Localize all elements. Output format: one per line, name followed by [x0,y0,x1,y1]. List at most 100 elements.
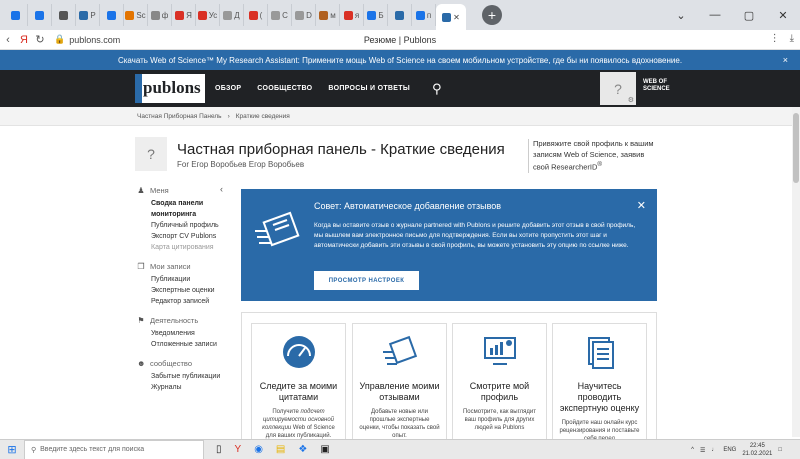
sidebar-item-publications[interactable]: Публикации [137,274,227,285]
browser-tab[interactable]: ф [148,4,172,26]
tab-favicon-icon [11,10,20,20]
review-document-icon [382,335,417,365]
gear-icon[interactable]: ⚙ [628,96,634,104]
edge-icon[interactable]: ◉ [254,444,263,455]
bookmarks-icon[interactable]: ⋮ [770,33,780,44]
breadcrumb-separator-icon: › [227,112,230,120]
browser-tab[interactable]: С [268,4,292,26]
sidebar-item-citation-map[interactable]: Карта цитирования [137,242,227,253]
tab-label: Б [378,10,384,20]
card-view-profile[interactable]: Смотрите мой профиль Посмотрите, как выг… [452,323,547,451]
publons-logo[interactable]: publons [135,74,205,103]
sidebar-group-title: Мои записи [150,262,191,271]
profile-avatar[interactable]: ? [135,137,167,171]
maximize-button[interactable]: ▢ [732,9,766,22]
tab-label: Я [186,10,192,20]
tip-body: Когда вы оставите отзыв о журнале partne… [314,222,636,249]
tip-panel: Совет: Автоматическое добавление отзывов… [241,189,657,301]
download-icon[interactable]: ⤓ [790,33,794,44]
tab-close-icon[interactable]: ✕ [453,13,460,22]
tab-favicon-icon [415,10,425,20]
breadcrumb-item-dashboard[interactable]: Частная Приборная Панель [137,113,222,120]
network-icon[interactable]: ☰ [700,447,705,454]
browser-tab[interactable]: Д [220,4,244,26]
new-tab-button[interactable]: + [482,5,502,25]
browser-tab[interactable]: м [316,4,340,26]
screen: P Sc ф Я Ус Д (С Dм я Бп ✕ + ⌄ — ▢ ✕ ‹ Я ↻ 🔒 publ… [0,0,800,459]
sidebar-item-notifications[interactable]: Уведомления [137,328,227,339]
nav-overview[interactable]: ОБЗОР [215,85,241,92]
sidebar-item-forgotten-publications[interactable]: Забытые публикации [137,371,227,382]
browser-tab[interactable] [4,4,28,26]
nav-qa[interactable]: ВОПРОСЫ И ОТВЕТЫ [328,85,410,92]
yandex-icon[interactable]: Я [16,34,32,46]
user-avatar[interactable]: ? ⚙ [600,72,636,105]
browser-tab[interactable] [52,4,76,26]
card-track-citations[interactable]: Следите за моими цитатами Получите подсч… [251,323,346,451]
view-settings-button[interactable]: ПРОСМОТР НАСТРОЕК [314,271,419,290]
tab-search-icon[interactable]: ⌄ [664,9,698,22]
yandex-browser-icon[interactable]: Y [235,444,242,455]
tab-label: Sc [136,10,146,20]
browser-tab[interactable]: ( [244,4,268,26]
claim-researcherid-text[interactable]: Привяжите свой профиль к вашим записям W… [528,139,658,173]
browser-tab[interactable]: Я [172,4,196,26]
browser-tab[interactable]: Sc [124,4,148,26]
tip-close-icon[interactable]: ✕ [637,199,646,212]
reload-icon[interactable]: ↻ [32,33,48,46]
back-arrow-icon[interactable]: ‹ [0,34,16,46]
dropbox-icon[interactable]: ❖ [298,444,307,455]
sidebar-item-journals[interactable]: Журналы [137,382,227,393]
browser-tab[interactable]: Б [364,4,388,26]
sidebar-item-export-cv[interactable]: Экспорт CV Publons [137,231,227,242]
tab-favicon-icon [223,10,233,20]
browser-tab[interactable]: я [340,4,364,26]
browser-tab[interactable] [28,4,52,26]
sidebar-item-public-profile[interactable]: Публичный профиль [137,220,227,231]
app-icon[interactable]: ▣ [320,444,329,455]
publons-favicon-icon [442,12,452,22]
browser-tab[interactable]: п [412,4,436,26]
nav-community[interactable]: СООБЩЕСТВО [257,85,312,92]
task-view-icon[interactable]: ▯ [216,444,222,455]
web-of-science-link[interactable]: WEB OF SCIENCE [643,79,670,93]
monitor-chart-icon [483,337,516,365]
browser-tab[interactable]: Ус [196,4,220,26]
tab-favicon-icon [248,10,258,20]
tab-favicon-icon [150,10,160,20]
notifications-icon[interactable]: □ [778,447,782,453]
taskbar-search-input[interactable]: ⚲ Введите здесь текст для поиска [24,439,204,459]
card-manage-reviews[interactable]: Управление моими отзывами Добавьте новые… [352,323,447,451]
sidebar-item-pending-records[interactable]: Отложенные записи [137,339,227,350]
browser-tab[interactable] [100,4,124,26]
sidebar-item-peer-reviews[interactable]: Экспертные оценки [137,285,227,296]
active-tab[interactable]: ✕ [436,4,466,30]
search-icon[interactable]: ⚲ [432,81,442,97]
address-bar: ‹ Я ↻ 🔒 publons.com Резюме | Publons ⋮ ⤓ [0,30,800,50]
scrollbar-thumb[interactable] [793,113,799,183]
banner-text[interactable]: Скачать Web of Science™ My Research Assi… [118,56,682,65]
sidebar-group-records: ❐ Мои записи Публикации Экспертные оценк… [137,262,227,307]
system-tray: ^ ☰ ♩ ENG 22:45 21.02.2021 □ [691,442,782,458]
windows-start-icon[interactable]: ⊞ [0,443,24,456]
tab-label: п [426,10,432,20]
browser-tab[interactable]: D [292,4,316,26]
minimize-button[interactable]: — [698,9,732,21]
clock[interactable]: 22:45 21.02.2021 [742,442,772,458]
browser-tab[interactable] [388,4,412,26]
windows-taskbar: ⊞ ⚲ Введите здесь текст для поиска ▯ Y ◉… [0,439,800,459]
banner-close-icon[interactable]: × [783,55,788,65]
browser-tab[interactable]: P [76,4,100,26]
url-field[interactable]: 🔒 publons.com [54,34,120,45]
page-scrollbar[interactable] [792,107,800,437]
language-indicator[interactable]: ENG [723,447,736,453]
clock-time: 22:45 [749,443,765,449]
sidebar-item-dashboard-summary[interactable]: Сводка панели мониторинга [137,198,227,220]
sidebar-group-title: Меня [150,186,169,195]
chevron-up-icon[interactable]: ^ [691,447,694,453]
file-explorer-icon[interactable]: ▤ [276,444,285,455]
sidebar-item-record-editor[interactable]: Редактор записей [137,296,227,307]
close-window-button[interactable]: ✕ [766,9,800,22]
card-learn-peer-review[interactable]: Научитесь проводить экспертную оценку Пр… [552,323,647,451]
volume-icon[interactable]: ♩ [711,447,717,453]
